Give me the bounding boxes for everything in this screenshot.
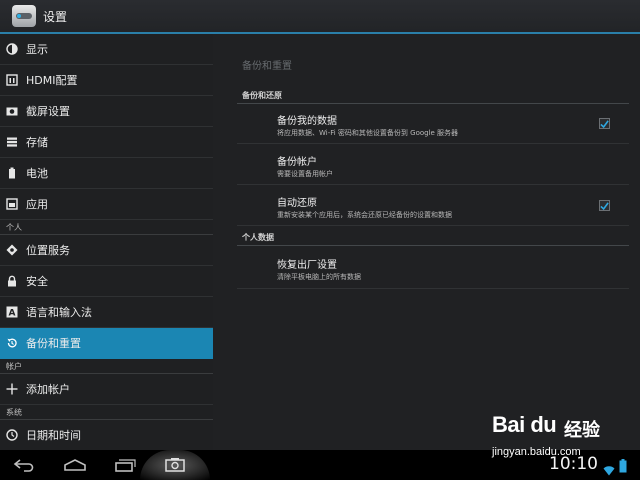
- pref-summary: 将应用数据、Wi-Fi 密码和其他设置备份到 Google 服务器: [277, 129, 459, 137]
- pref-title: 备份我的数据: [277, 116, 337, 127]
- section-header-backup-restore: 备份和还原: [237, 90, 629, 104]
- backup-reset-panel: 备份和重置 备份和还原 备份我的数据 将应用数据、Wi-Fi 密码和其他设置备份…: [213, 34, 640, 450]
- pref-auto-restore[interactable]: 自动还原 重新安装某个应用后，系统会还原已经备份的设置和数据: [237, 185, 629, 226]
- app-title: 设置: [43, 9, 68, 24]
- sidebar-item-add-account[interactable]: 添加帐户: [0, 374, 213, 405]
- settings-headers-list[interactable]: 显示 HDMI配置 截屏设置 存储 电池 应用 个人 位置服务 安全 A 语言和…: [0, 34, 213, 450]
- category-system: 系统: [0, 405, 213, 420]
- sidebar-item-label: 安全: [26, 275, 48, 288]
- sidebar-item-label: 应用: [26, 198, 48, 211]
- sidebar-item-storage[interactable]: 存储: [0, 127, 213, 158]
- add-icon: [6, 383, 18, 395]
- checkmark-icon: [600, 119, 609, 128]
- hdmi-icon: [6, 74, 18, 86]
- sidebar-item-apps[interactable]: 应用: [0, 189, 213, 220]
- action-bar: 设置: [0, 0, 640, 34]
- pref-title: 备份帐户: [277, 157, 317, 168]
- sidebar-item-display[interactable]: 显示: [0, 34, 213, 65]
- page-title: 备份和重置: [242, 61, 292, 72]
- category-personal: 个人: [0, 220, 213, 235]
- backup-icon: [6, 337, 18, 349]
- sidebar-item-language-input[interactable]: A 语言和输入法: [0, 297, 213, 328]
- back-icon[interactable]: [12, 456, 38, 474]
- location-icon: [6, 244, 18, 256]
- sidebar-item-security[interactable]: 安全: [0, 266, 213, 297]
- lock-icon: [6, 275, 18, 287]
- pref-backup-my-data[interactable]: 备份我的数据 将应用数据、Wi-Fi 密码和其他设置备份到 Google 服务器: [237, 104, 629, 144]
- camera-icon: [6, 105, 18, 117]
- home-icon[interactable]: [62, 456, 88, 474]
- sidebar-item-hdmi[interactable]: HDMI配置: [0, 65, 213, 96]
- svg-text:A: A: [9, 309, 16, 319]
- watermark-brand: 经验: [564, 420, 600, 441]
- sidebar-item-date-time[interactable]: 日期和时间: [0, 420, 213, 450]
- sidebar-item-label: 截屏设置: [26, 105, 70, 118]
- sidebar-item-label: 备份和重置: [26, 337, 81, 350]
- sidebar-item-battery[interactable]: 电池: [0, 158, 213, 189]
- checkmark-icon: [600, 201, 609, 210]
- pref-summary: 需要设置备用帐户: [277, 170, 333, 178]
- backup-data-checkbox[interactable]: [599, 118, 610, 129]
- sidebar-item-label: HDMI配置: [26, 74, 78, 87]
- sidebar-item-label: 电池: [26, 167, 48, 180]
- language-icon: A: [6, 306, 18, 318]
- apps-icon: [6, 198, 18, 210]
- status-clock: 10:10: [549, 454, 598, 474]
- pref-title: 恢复出厂设置: [277, 260, 337, 271]
- sidebar-item-label: 存储: [26, 136, 48, 149]
- display-icon: [6, 43, 18, 55]
- sidebar-item-label: 显示: [26, 43, 48, 56]
- wifi-icon: [603, 461, 615, 480]
- section-header-personal-data: 个人数据: [237, 232, 629, 246]
- pref-summary: 清除平板电脑上的所有数据: [277, 273, 361, 281]
- pref-title: 自动还原: [277, 198, 317, 209]
- sidebar-item-label: 位置服务: [26, 244, 70, 257]
- recent-apps-icon[interactable]: [112, 456, 138, 474]
- baidu-logo: Bai du: [492, 412, 557, 437]
- screenshot-icon[interactable]: [162, 456, 188, 474]
- settings-app-icon[interactable]: [12, 5, 36, 27]
- pref-summary: 重新安装某个应用后，系统会还原已经备份的设置和数据: [277, 211, 452, 219]
- clock-icon: [6, 429, 18, 441]
- sidebar-item-backup-reset[interactable]: 备份和重置: [0, 328, 213, 359]
- pref-backup-account[interactable]: 备份帐户 需要设置备用帐户: [237, 144, 629, 185]
- battery-status-icon: [619, 458, 627, 477]
- pref-factory-reset[interactable]: 恢复出厂设置 清除平板电脑上的所有数据: [237, 246, 629, 289]
- auto-restore-checkbox[interactable]: [599, 200, 610, 211]
- sidebar-item-label: 日期和时间: [26, 429, 81, 442]
- category-accounts: 帐户: [0, 359, 213, 374]
- sidebar-item-label: 添加帐户: [26, 383, 70, 396]
- battery-icon: [6, 167, 18, 179]
- sidebar-item-screenshot-settings[interactable]: 截屏设置: [0, 96, 213, 127]
- sidebar-item-location[interactable]: 位置服务: [0, 235, 213, 266]
- sidebar-item-label: 语言和输入法: [26, 306, 92, 319]
- storage-icon: [6, 136, 18, 148]
